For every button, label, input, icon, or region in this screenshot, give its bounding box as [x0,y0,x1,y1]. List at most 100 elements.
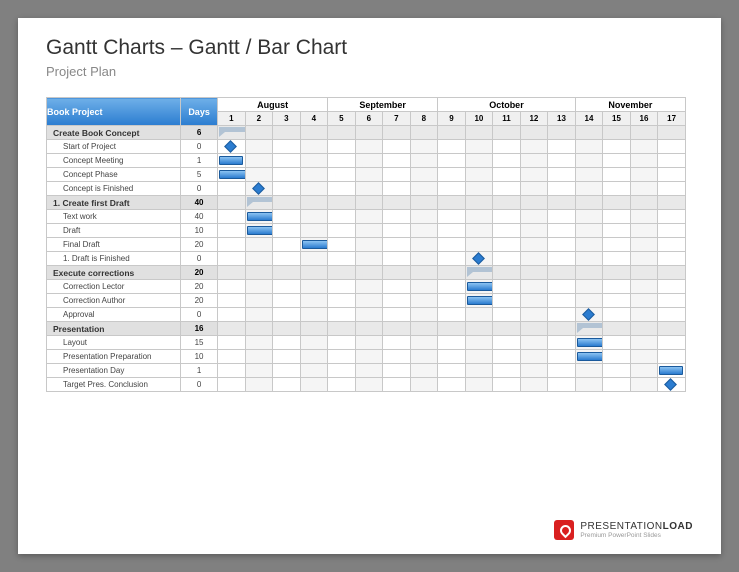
gantt-cell [438,224,466,238]
task-label: Correction Author [47,294,181,308]
gantt-cell [273,224,301,238]
gantt-cell [383,364,411,378]
task-column-header: Book Project [47,98,181,126]
gantt-cell [465,322,493,336]
gantt-cell [630,266,658,280]
gantt-cell [493,196,521,210]
gantt-cell [355,126,383,140]
gantt-cell [465,210,493,224]
gantt-cell [465,280,493,294]
gantt-cell [548,210,576,224]
gantt-cell [300,294,328,308]
gantt-cell [218,280,246,294]
gantt-cell [465,308,493,322]
gantt-cell [493,210,521,224]
summary-bracket [577,323,603,328]
task-label: Target Pres. Conclusion [47,378,181,392]
gantt-cell [603,336,631,350]
gantt-cell [603,168,631,182]
gantt-cell [603,280,631,294]
gantt-cell [658,154,686,168]
task-label: Presentation Day [47,364,181,378]
gantt-cell [575,182,603,196]
week-header: 4 [300,112,328,126]
gantt-cell [603,308,631,322]
slide-page: Gantt Charts – Gantt / Bar Chart Project… [18,18,721,554]
days-value: 0 [181,378,218,392]
gantt-cell [410,350,438,364]
gantt-cell [383,322,411,336]
gantt-group-row: Presentation16 [47,322,686,336]
gantt-cell [520,378,548,392]
milestone-diamond-icon [582,308,595,321]
gantt-cell [548,350,576,364]
gantt-cell [658,168,686,182]
gantt-cell [328,308,356,322]
gantt-cell [300,322,328,336]
gantt-cell [548,182,576,196]
gantt-cell [410,140,438,154]
gantt-cell [658,378,686,392]
gantt-cell [603,224,631,238]
days-value: 20 [181,294,218,308]
gantt-cell [218,210,246,224]
gantt-cell [300,364,328,378]
gantt-cell [548,224,576,238]
week-header: 16 [630,112,658,126]
gantt-cell [575,378,603,392]
gantt-cell [245,182,273,196]
gantt-cell [465,168,493,182]
summary-bracket [219,127,245,132]
brand-text: PRESENTATIONLOAD Premium PowerPoint Slid… [580,521,693,539]
gantt-cell [245,154,273,168]
gantt-cell [658,322,686,336]
gantt-cell [328,168,356,182]
gantt-cell [548,336,576,350]
gantt-cell [630,196,658,210]
gantt-cell [218,350,246,364]
gantt-cell [438,378,466,392]
gantt-cell [575,364,603,378]
task-label: 1. Draft is Finished [47,252,181,266]
gantt-cell [548,266,576,280]
gantt-cell [218,266,246,280]
month-header: September [328,98,438,112]
gantt-cell [300,140,328,154]
gantt-cell [493,364,521,378]
days-value: 16 [181,322,218,336]
gantt-cell [273,210,301,224]
gantt-cell [383,308,411,322]
gantt-cell [328,238,356,252]
gantt-task-row: 1. Draft is Finished0 [47,252,686,266]
gantt-cell [548,238,576,252]
gantt-cell [548,364,576,378]
gantt-cell [493,168,521,182]
gantt-cell [245,266,273,280]
gantt-task-row: Layout15 [47,336,686,350]
gantt-cell [493,266,521,280]
gantt-cell [603,210,631,224]
task-label: Start of Project [47,140,181,154]
gantt-cell [218,378,246,392]
gantt-cell [575,126,603,140]
gantt-task-row: Presentation Day1 [47,364,686,378]
gantt-group-row: 1. Create first Draft40 [47,196,686,210]
gantt-cell [273,308,301,322]
task-label: Correction Lector [47,280,181,294]
gantt-cell [438,294,466,308]
gantt-cell [328,280,356,294]
week-header: 6 [355,112,383,126]
gantt-task-row: Draft10 [47,224,686,238]
gantt-cell [438,210,466,224]
task-label: Concept Meeting [47,154,181,168]
gantt-cell [300,266,328,280]
gantt-cell [383,126,411,140]
gantt-cell [658,252,686,266]
gantt-cell [438,168,466,182]
days-value: 0 [181,252,218,266]
gantt-cell [520,252,548,266]
brand-name-a: PRESENTATION [580,521,662,532]
gantt-cell [355,322,383,336]
gantt-task-row: Correction Lector20 [47,280,686,294]
gantt-cell [575,294,603,308]
